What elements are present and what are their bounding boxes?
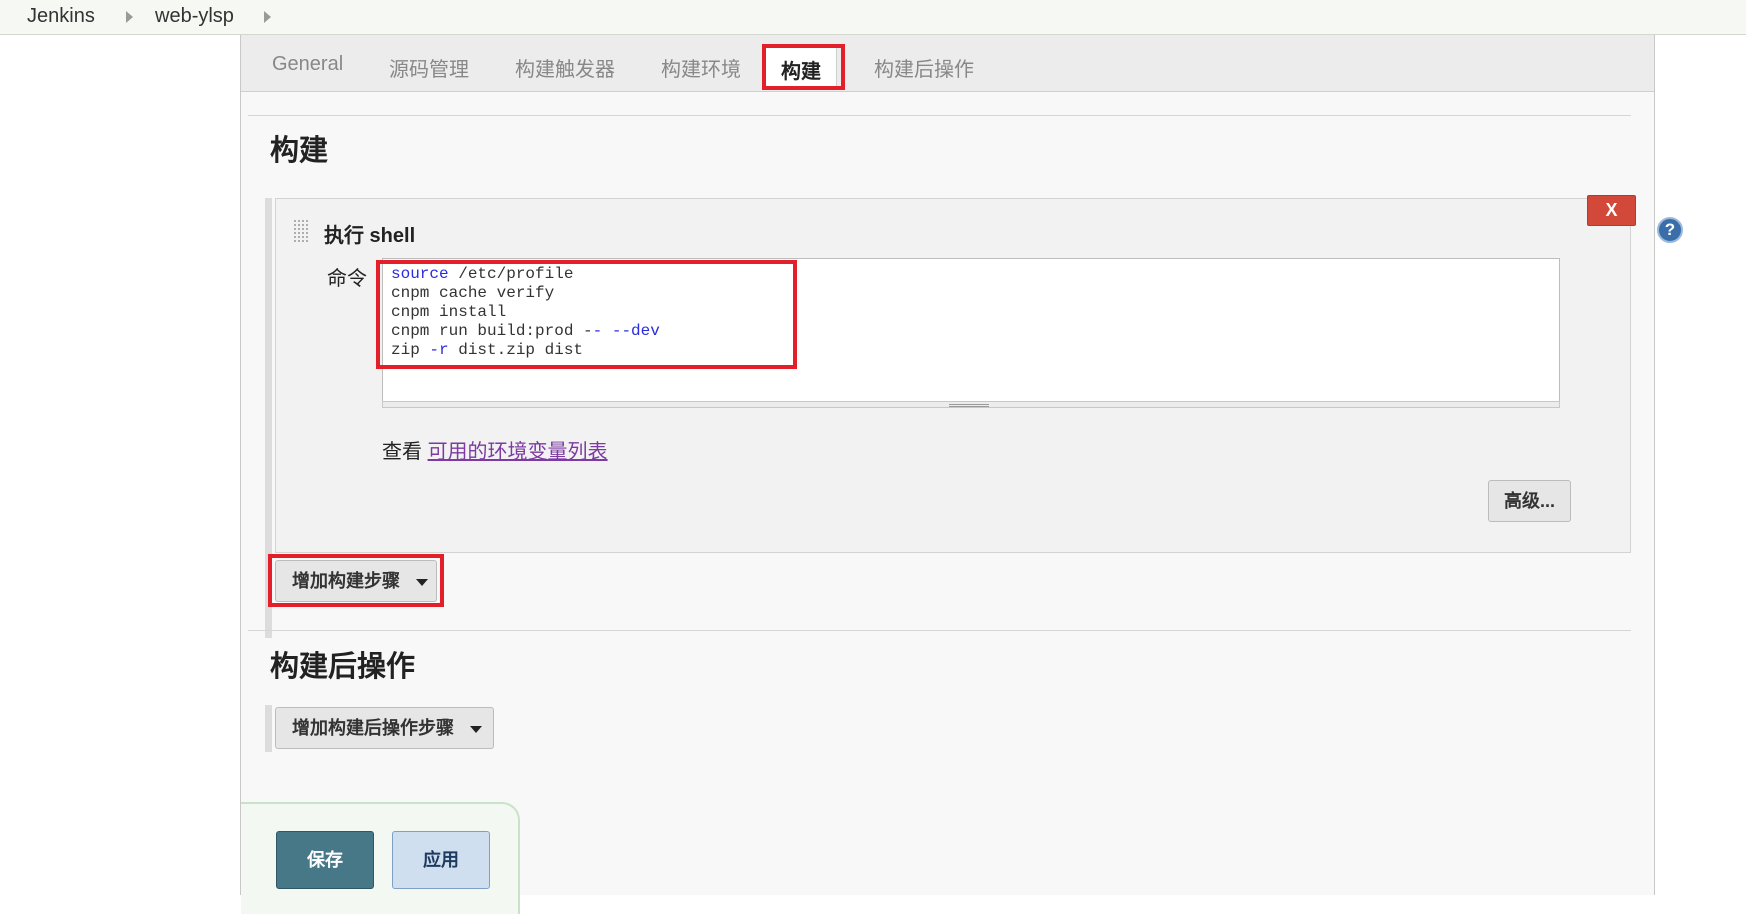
highlight-box-add-step	[268, 554, 444, 607]
config-panel: General 源码管理 构建触发器 构建环境 构建 构建后操作 构建 执行 s…	[240, 35, 1683, 914]
breadcrumb-separator-icon[interactable]	[126, 11, 133, 23]
divider	[248, 630, 1631, 631]
tab-build-environment[interactable]: 构建环境	[661, 53, 741, 82]
help-icon[interactable]: ?	[1657, 217, 1683, 243]
drag-handle-icon[interactable]	[293, 219, 309, 243]
footer-bar: 保存 应用	[241, 802, 520, 914]
add-post-build-step-button[interactable]: 增加构建后操作步骤	[275, 707, 494, 749]
post-build-section-title: 构建后操作	[270, 651, 416, 683]
tab-general[interactable]: General	[272, 53, 343, 76]
tab-build-triggers[interactable]: 构建触发器	[515, 53, 615, 82]
env-vars-line: 查看 可用的环境变量列表	[382, 435, 608, 464]
breadcrumb-item-project[interactable]: web-ylsp	[155, 5, 234, 28]
breadcrumb-separator-icon[interactable]	[264, 11, 271, 23]
breadcrumb: Jenkins web-ylsp	[0, 0, 1746, 35]
env-vars-link[interactable]: 可用的环境变量列表	[428, 441, 608, 463]
delete-step-button[interactable]: X	[1587, 195, 1636, 226]
build-step-title: 执行 shell	[324, 225, 416, 247]
add-post-build-step-label: 增加构建后操作步骤	[292, 718, 454, 738]
highlight-box-tab	[762, 44, 845, 90]
tab-post-build[interactable]: 构建后操作	[874, 53, 974, 82]
env-prefix: 查看	[382, 441, 422, 463]
build-section-title: 构建	[270, 135, 329, 167]
apply-button[interactable]: 应用	[392, 831, 490, 889]
divider	[248, 115, 1631, 116]
command-label: 命令	[327, 268, 367, 290]
breadcrumb-item-jenkins[interactable]: Jenkins	[27, 5, 95, 28]
save-button[interactable]: 保存	[276, 831, 374, 889]
textarea-resize-handle[interactable]	[382, 401, 1560, 408]
post-build-rail	[265, 705, 272, 752]
resize-grip-icon	[949, 404, 989, 405]
config-tabbar: General 源码管理 构建触发器 构建环境 构建 构建后操作	[241, 35, 1654, 92]
highlight-box-command	[376, 260, 797, 369]
advanced-button[interactable]: 高级...	[1488, 480, 1571, 522]
tab-scm[interactable]: 源码管理	[389, 53, 469, 82]
chevron-down-icon	[470, 725, 482, 733]
